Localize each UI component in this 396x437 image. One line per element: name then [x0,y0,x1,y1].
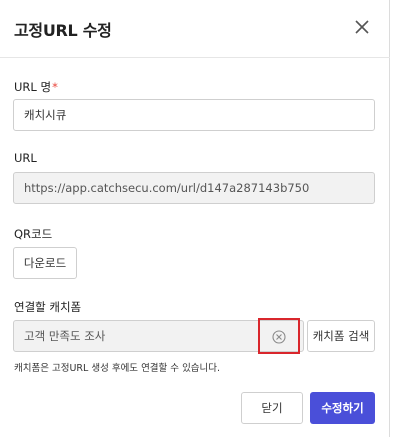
catchform-hint: 캐치폼은 고정URL 생성 후에도 연결할 수 있습니다. [14,363,221,374]
url-field: https://app.catchsecu.com/url/d147a28714… [13,172,375,204]
edit-fixed-url-modal: 고정URL 수정 URL 명* 캐치시큐 URL https://app.cat… [0,0,390,437]
catchform-search-button[interactable]: 캐치폼 검색 [307,320,375,352]
clear-circle-icon [272,330,286,344]
clear-catchform-button[interactable] [258,318,300,354]
close-footer-button[interactable]: 닫기 [241,392,303,424]
close-button[interactable] [352,17,372,37]
url-name-label-text: URL 명 [14,80,52,94]
download-button[interactable]: 다운로드 [13,247,77,279]
url-name-input[interactable]: 캐치시큐 [13,99,375,131]
submit-button[interactable]: 수정하기 [310,392,375,424]
linked-catchform-label: 연결할 캐치폼 [14,300,82,314]
url-label: URL [14,151,37,165]
url-name-label: URL 명* [14,79,58,95]
modal-title: 고정URL 수정 [14,21,112,40]
required-mark: * [52,80,58,94]
close-icon [355,20,369,34]
qr-code-label: QR코드 [14,227,53,241]
modal-header: 고정URL 수정 [0,0,390,58]
